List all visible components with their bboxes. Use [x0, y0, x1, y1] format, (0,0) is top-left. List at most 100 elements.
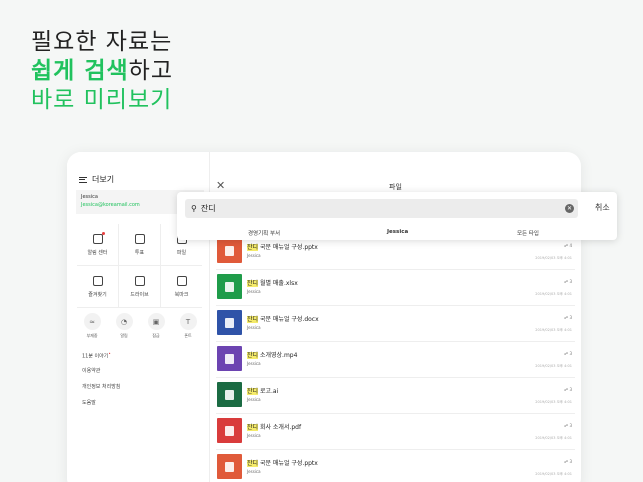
file-name-rest: 월별 매출.xlsx	[258, 280, 298, 287]
sidebar-link[interactable]: 개인정보 처리방침	[82, 383, 120, 399]
search-input[interactable]: ⚲ 잔디 ✕	[185, 199, 578, 218]
sidebar-link[interactable]: 도움말	[82, 399, 120, 415]
clear-icon[interactable]: ✕	[565, 204, 574, 213]
search-highlight: 잔디	[247, 460, 259, 467]
comment-count: ☍ 4	[564, 243, 572, 248]
file-date: 2019/02/03 오후 4:01	[535, 364, 572, 368]
bookmark-icon	[176, 275, 187, 286]
font-icon: T	[179, 313, 197, 330]
comment-count: ☍ 3	[564, 279, 572, 284]
quick-setting[interactable]: ≈ 부재중	[81, 313, 103, 339]
sidebar-link[interactable]: 11분 이야기•	[82, 351, 120, 367]
filter-person[interactable]: Jessica	[387, 229, 408, 235]
file-row[interactable]: 잔디 로고.ai Jessica ☍ 3 2019/02/03 오후 4:01	[216, 378, 575, 414]
grid-item-label: 즐겨찾기	[88, 291, 107, 298]
headline-line-2-rest: 하고	[128, 58, 173, 84]
filter-dept[interactable]: 경영기획 부서	[248, 229, 280, 237]
comment-count: ☍ 3	[564, 315, 572, 320]
file-name: 잔디 회사 소개서.pdf	[247, 422, 301, 431]
file-name: 잔디 로고.ai	[247, 386, 278, 395]
grid-item[interactable]: 드라이브	[119, 266, 161, 307]
file-name: 잔디 국문 매뉴얼 구성.docx	[247, 314, 319, 323]
file-type-icon	[217, 346, 242, 371]
file-name-rest: 국문 매뉴얼 구성.pptx	[258, 244, 318, 251]
comment-count-value: 3	[569, 387, 572, 392]
file-name-rest: 국문 매뉴얼 구성.docx	[258, 316, 319, 323]
file-date: 2019/02/03 오후 4:01	[535, 436, 572, 440]
drive-icon	[134, 275, 145, 286]
comment-count: ☍ 3	[564, 387, 572, 392]
headline-line-1: 필요한 자료는	[31, 29, 173, 55]
file-row[interactable]: 잔디 월별 매출.xlsx Jessica ☍ 3 2019/02/03 오후 …	[216, 270, 575, 306]
grid-item[interactable]: 알림 센터	[77, 224, 119, 265]
quick-setting[interactable]: ◔ 알림	[113, 313, 135, 339]
file-date: 2019/02/03 오후 4:01	[535, 400, 572, 404]
comment-count-value: 4	[569, 243, 572, 248]
comment-icon: ☍	[564, 279, 569, 284]
sidebar-header: 더보기	[79, 174, 114, 185]
sidebar-link-label: 이용약관	[82, 368, 101, 374]
comment-count: ☍ 3	[564, 423, 572, 428]
comment-icon: ☍	[564, 243, 569, 248]
comment-icon: ☍	[564, 459, 569, 464]
sidebar-link[interactable]: 이용약관	[82, 367, 120, 383]
file-type-icon	[217, 418, 242, 443]
grid-item[interactable]: 즐겨찾기	[77, 266, 119, 307]
file-name: 잔디 국문 매뉴얼 구성.pptx	[247, 458, 318, 467]
file-type-icon	[217, 454, 242, 479]
quick-setting-label: 폰트	[184, 333, 192, 338]
grid-item[interactable]: 북마크	[161, 266, 202, 307]
panel-title: 파일	[389, 183, 402, 191]
file-type-icon	[217, 310, 242, 335]
sidebar-title: 더보기	[92, 175, 115, 184]
file-owner: Jessica	[247, 253, 261, 258]
file-name-rest: 소개영상.mp4	[258, 352, 298, 359]
file-row[interactable]: 잔디 국문 매뉴얼 구성.docx Jessica ☍ 3 2019/02/03…	[216, 306, 575, 342]
star-icon	[92, 275, 103, 286]
grid-item-label: 드라이브	[130, 291, 149, 298]
sidebar-links: 11분 이야기• 이용약관개인정보 처리방침도움말	[82, 351, 120, 415]
bell-icon: ◔	[115, 313, 133, 330]
lock-icon: ▣	[147, 313, 165, 330]
file-type-icon	[217, 382, 242, 407]
quick-setting[interactable]: T 폰트	[177, 313, 199, 339]
comment-count-value: 3	[569, 351, 572, 356]
file-row[interactable]: 잔디 회사 소개서.pdf Jessica ☍ 3 2019/02/03 오후 …	[216, 414, 575, 450]
file-name: 잔디 월별 매출.xlsx	[247, 278, 298, 287]
grid-item-label: 알림 센터	[87, 249, 108, 256]
new-dot: •	[108, 351, 111, 356]
file-list: 잔디 국문 매뉴얼 구성.pptx Jessica ☍ 4 2019/02/03…	[216, 234, 575, 482]
file-date: 2019/02/03 오후 4:01	[535, 292, 572, 296]
quick-setting-label: 알림	[120, 333, 128, 338]
file-name-rest: 국문 매뉴얼 구성.pptx	[258, 460, 318, 467]
file-row[interactable]: 잔디 국문 매뉴얼 구성.pptx Jessica ☍ 3 2019/02/03…	[216, 450, 575, 482]
menu-icon[interactable]	[79, 176, 87, 183]
cancel-button[interactable]: 취소	[595, 202, 610, 213]
comment-icon: ☍	[564, 387, 569, 392]
comment-icon: ☍	[564, 423, 569, 428]
file-owner: Jessica	[247, 361, 261, 366]
search-highlight: 잔디	[247, 424, 259, 431]
sidebar-link-label: 개인정보 처리방침	[82, 384, 121, 390]
comment-count-value: 3	[569, 279, 572, 284]
file-type-icon	[217, 274, 242, 299]
file-row[interactable]: 잔디 소개영상.mp4 Jessica ☍ 3 2019/02/03 오후 4:…	[216, 342, 575, 378]
vote-icon	[134, 233, 145, 244]
filter-type[interactable]: 모든 타입	[517, 229, 539, 237]
file-date: 2019/02/03 오후 4:01	[535, 328, 572, 332]
search-icon: ⚲	[191, 204, 197, 213]
file-name: 잔디 국문 매뉴얼 구성.pptx	[247, 242, 318, 251]
file-name: 잔디 소개영상.mp4	[247, 350, 297, 359]
quick-setting-label: 잠금	[152, 333, 160, 338]
file-name-rest: 회사 소개서.pdf	[258, 424, 302, 431]
quick-setting[interactable]: ▣ 잠금	[145, 313, 167, 339]
file-owner: Jessica	[247, 469, 261, 474]
file-owner: Jessica	[247, 289, 261, 294]
file-date: 2019/02/03 오후 4:01	[535, 472, 572, 476]
comment-count: ☍ 3	[564, 351, 572, 356]
comment-count: ☍ 3	[564, 459, 572, 464]
file-type-icon	[217, 238, 242, 263]
search-highlight: 잔디	[247, 352, 259, 359]
grid-item[interactable]: 투표	[119, 224, 161, 265]
badge-dot	[101, 231, 105, 235]
